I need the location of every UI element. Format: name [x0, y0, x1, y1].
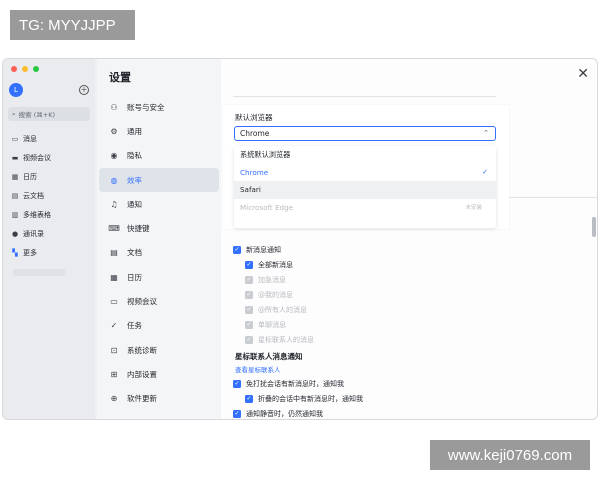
search-placeholder: 搜索 (⌘+K) — [18, 111, 55, 119]
checkbox-checked-icon: ✓ — [245, 320, 253, 329]
default-browser-section: 默认浏览器 Chrome ⌃ 系统默认浏览器 Chrome ✓ Safari Mi… — [223, 105, 509, 229]
video-icon: ▬ — [11, 153, 19, 162]
notify-checkbox-list: ✓ 新消息通知 ✓ 全部新消息 ✓ 加急消息 ✓ @我的消息 ✓ @所有人的消息 ✓ 单聊消… — [233, 243, 533, 347]
minimize-window-button[interactable] — [22, 66, 28, 72]
search-input[interactable]: ⌕ 搜索 (⌘+K) — [8, 107, 90, 121]
video-icon: ▭ — [110, 297, 118, 307]
checkbox-checked-icon: ✓ — [233, 246, 241, 255]
settings-nav-general[interactable]: ⚙ 通用 — [99, 119, 219, 143]
settings-nav-account[interactable]: ⚇ 账号与安全 — [99, 95, 219, 119]
settings-nav-update[interactable]: ⊕ 软件更新 — [99, 387, 219, 411]
app-sidebar: L + ⌕ 搜索 (⌘+K) ▭ 消息 ▬ 视频会议 ▦ 日历 ▤ 云文档 ▥ 多维表格 … — [3, 59, 95, 419]
app-nav-video[interactable]: ▬ 视频会议 — [3, 148, 95, 167]
bulb-icon: ◍ — [110, 175, 118, 185]
checkbox-checked-icon: ✓ — [245, 306, 253, 314]
app-nav-more[interactable]: ▚ 更多 — [3, 243, 95, 262]
checkbox-mention-me: ✓ @我的消息 — [245, 291, 293, 300]
checkbox-checked-icon: ✓ — [233, 380, 241, 389]
settings-nav-privacy[interactable]: ◉ 隐私 — [99, 144, 219, 168]
nav-placeholder — [13, 269, 65, 276]
keyboard-icon: ⌨ — [108, 224, 120, 234]
doc-icon: ▤ — [110, 248, 118, 258]
checkbox-folded-notify[interactable]: ✓ 折叠的会话中有新消息时，通知我 — [233, 392, 533, 407]
checkbox-new-message[interactable]: ✓ 新消息通知 — [233, 243, 533, 258]
chevron-up-icon: ⌃ — [483, 129, 489, 137]
checkbox-checked-icon: ✓ — [245, 395, 253, 404]
checkbox-checked-icon: ✓ — [245, 276, 253, 285]
settings-nav: 设置 ⚇ 账号与安全 ⚙ 通用 ◉ 隐私 ◍ 效率 ♫ 通知 ⌨ 快捷键 ▤ 文档 ▦ 日历 ▭… — [97, 59, 221, 419]
settings-nav-notify[interactable]: ♫ 通知 — [99, 192, 219, 216]
browser-option-safari[interactable]: Safari — [234, 181, 496, 199]
browser-select[interactable]: Chrome ⌃ — [234, 126, 496, 141]
add-icon[interactable]: + — [79, 85, 89, 95]
calendar-icon: ▦ — [110, 272, 118, 282]
app-nav-calendar[interactable]: ▦ 日历 — [3, 167, 95, 186]
view-starred-link[interactable]: 查看星标联系人 — [235, 364, 281, 374]
star-contact-title: 星标联系人消息通知 — [235, 352, 303, 361]
cloud-doc-icon: ▤ — [11, 191, 19, 200]
notify-checkbox-list-2: ✓ 免打扰会话有新消息时，通知我 ✓ 折叠的会话中有新消息时，通知我 ✓ 通知静音时，… — [233, 377, 533, 419]
search-icon: ⌕ — [12, 109, 16, 118]
settings-nav-video[interactable]: ▭ 视频会议 — [99, 289, 219, 313]
settings-nav-internal[interactable]: ⊞ 内部设置 — [99, 362, 219, 386]
divider — [233, 96, 496, 97]
grid-icon: ▚ — [12, 248, 18, 257]
checkbox-mention-all: ✓ @所有人的消息 — [245, 306, 307, 314]
settings-nav-calendar[interactable]: ▦ 日历 — [99, 265, 219, 289]
settings-nav-efficiency[interactable]: ◍ 效率 — [99, 167, 219, 193]
app-nav-messages[interactable]: ▭ 消息 — [3, 129, 95, 148]
browser-dropdown-menu: 系统默认浏览器 Chrome ✓ Safari Microsoft Edge 未安装 — [234, 146, 496, 228]
gear-icon: ⚙ — [110, 126, 118, 136]
app-nav-base[interactable]: ▥ 多维表格 — [3, 205, 95, 224]
checkbox-urgent: ✓ 加急消息 — [245, 276, 286, 285]
settings-title: 设置 — [109, 71, 131, 84]
checkbox-single-chat: ✓ 单聊消息 — [245, 320, 286, 329]
browser-option-edge: Microsoft Edge 未安装 — [240, 202, 482, 212]
checkbox-all-messages[interactable]: ✓ 全部新消息 — [233, 258, 533, 273]
checkbox-checked-icon: ✓ — [233, 410, 241, 419]
privacy-icon: ◉ — [110, 151, 118, 161]
calendar-icon: ▦ — [11, 172, 19, 181]
app-nav-contacts[interactable]: ● 通讯录 — [3, 224, 95, 243]
internal-icon: ⊞ — [110, 369, 118, 379]
person-icon: ⚇ — [110, 102, 118, 112]
checkbox-checked-icon: ✓ — [245, 291, 253, 300]
settings-nav-shortcut[interactable]: ⌨ 快捷键 — [99, 216, 219, 240]
app-nav: ▭ 消息 ▬ 视频会议 ▦ 日历 ▤ 云文档 ▥ 多维表格 ● 通讯录 ▚ 更多 — [3, 129, 95, 262]
bell-icon: ♫ — [110, 199, 118, 209]
scrollbar[interactable] — [592, 217, 596, 237]
watermark-bottom: www.keji0769.com — [430, 440, 590, 470]
settings-dialog: 设置 ⚇ 账号与安全 ⚙ 通用 ◉ 隐私 ◍ 效率 ♫ 通知 ⌨ 快捷键 ▤ 文档 ▦ 日历 ▭… — [97, 59, 597, 419]
diagnose-icon: ⊡ — [110, 345, 118, 355]
contacts-icon: ● — [11, 229, 19, 238]
app-nav-docs[interactable]: ▤ 云文档 — [3, 186, 95, 205]
avatar[interactable]: L — [9, 83, 23, 97]
browser-label: 默认浏览器 — [235, 113, 273, 122]
table-icon: ▥ — [11, 210, 19, 219]
window-controls — [11, 66, 39, 72]
browser-option-system[interactable]: 系统默认浏览器 — [234, 146, 496, 164]
settings-nav-diagnose[interactable]: ⊡ 系统诊断 — [99, 338, 219, 362]
update-icon: ⊕ — [110, 394, 118, 404]
checkbox-dnd-notify[interactable]: ✓ 免打扰会话有新消息时，通知我 — [233, 377, 533, 392]
checkbox-starred-contact: ✓ 星标联系人的消息 — [245, 335, 314, 344]
check-icon: ✓ — [482, 168, 488, 177]
settings-nav-task[interactable]: ✓ 任务 — [99, 314, 219, 338]
maximize-window-button[interactable] — [33, 66, 39, 72]
message-icon: ▭ — [11, 134, 19, 143]
not-installed-hint: 未安装 — [465, 205, 482, 212]
check-icon: ✓ — [110, 321, 118, 331]
checkbox-mute-notify[interactable]: ✓ 通知静音时，仍然通知我 — [233, 407, 533, 419]
browser-option-chrome[interactable]: Chrome ✓ — [234, 164, 496, 182]
browser-select-value: Chrome — [240, 129, 270, 138]
settings-nav-docs[interactable]: ▤ 文档 — [99, 241, 219, 265]
checkbox-checked-icon: ✓ — [245, 261, 253, 270]
app-window: L + ⌕ 搜索 (⌘+K) ▭ 消息 ▬ 视频会议 ▦ 日历 ▤ 云文档 ▥ 多维表格 … — [2, 58, 598, 420]
checkbox-checked-icon: ✓ — [245, 335, 253, 344]
watermark-top: TG: MYYJJPP — [10, 10, 135, 40]
close-window-button[interactable] — [11, 66, 17, 72]
